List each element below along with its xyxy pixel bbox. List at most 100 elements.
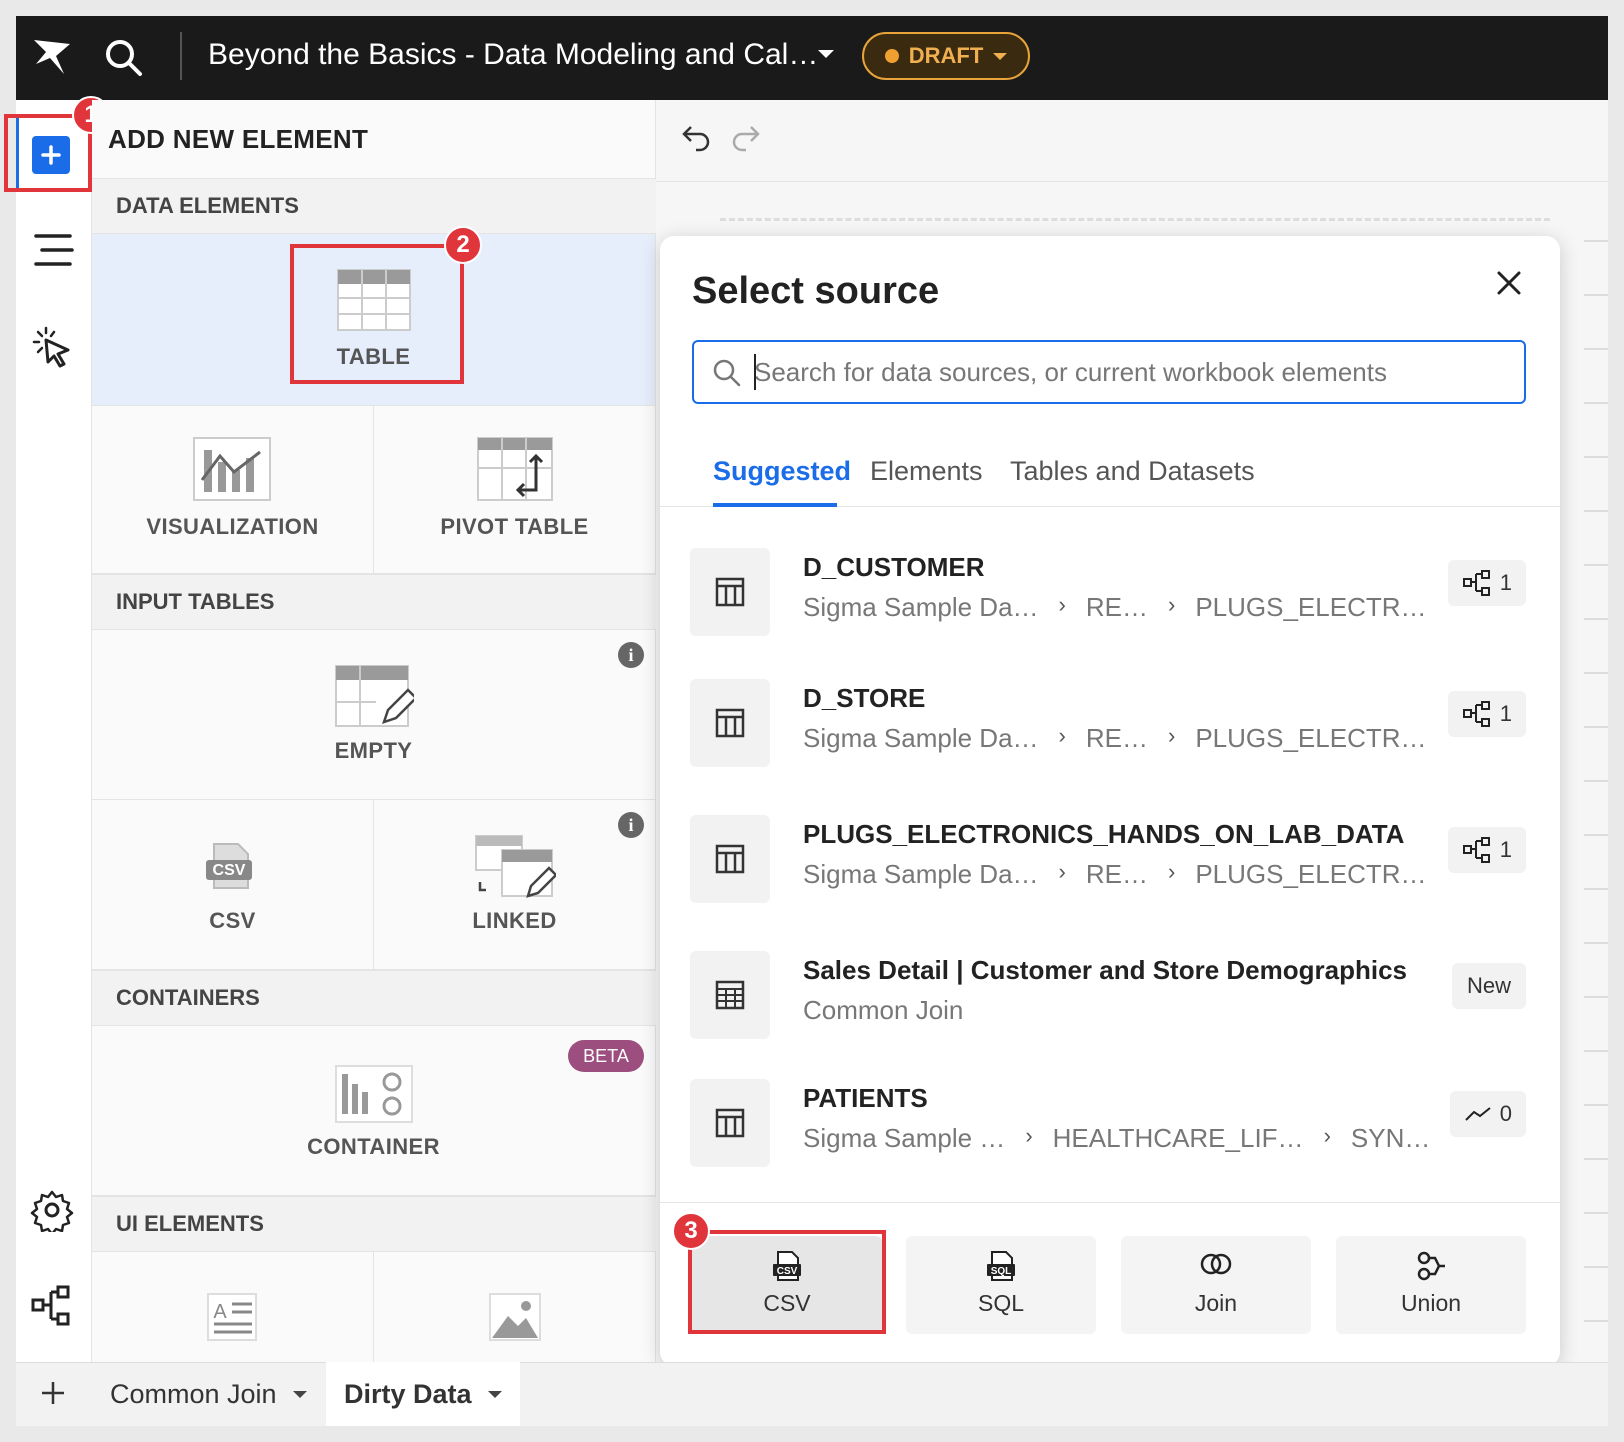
- chevron-right-icon: ›: [1058, 723, 1066, 748]
- source-row[interactable]: D_CUSTOMER Sigma Sample Da… › RE… › PLUGS_…: [660, 534, 1560, 670]
- tile-empty[interactable]: EMPTY i: [92, 630, 656, 800]
- outline-icon[interactable]: [32, 232, 76, 273]
- section-containers: CONTAINERS: [92, 970, 656, 1026]
- lineage-icon: [1462, 701, 1490, 727]
- chevron-down-icon[interactable]: [818, 50, 834, 58]
- path-segment: Common Join: [803, 995, 964, 1025]
- info-icon[interactable]: i: [618, 812, 644, 838]
- text-element-icon: A: [207, 1293, 257, 1341]
- new-badge: New: [1452, 963, 1526, 1009]
- path-segment: RE…: [1085, 859, 1148, 889]
- tile-visualization[interactable]: VISUALIZATION: [92, 406, 374, 574]
- path-segment: Sigma Sample Da…: [803, 723, 1039, 753]
- sql-source-button[interactable]: SQL SQL: [906, 1236, 1096, 1334]
- close-icon[interactable]: [1494, 268, 1524, 298]
- section-input-tables: INPUT TABLES: [92, 574, 656, 630]
- chevron-down-icon: [292, 1390, 307, 1398]
- image-element-icon: [489, 1293, 541, 1341]
- tile-csv-label: CSV: [209, 908, 256, 933]
- tab-tables-and-datasets[interactable]: Tables and Datasets: [1010, 456, 1255, 487]
- union-button-label: Union: [1400, 1290, 1462, 1316]
- info-icon[interactable]: i: [618, 642, 644, 668]
- tile-image[interactable]: [374, 1252, 656, 1370]
- source-name: PLUGS_ELECTRONICS_HANDS_ON_LAB_DATA: [803, 819, 1405, 849]
- chevron-right-icon: ›: [1323, 1123, 1331, 1148]
- source-row[interactable]: Sales Detail | Customer and Store Demogr…: [660, 937, 1560, 1073]
- source-path: Sigma Sample Da… › RE… › PLUGS_ELECTR…: [803, 592, 1427, 623]
- lineage-count: 1: [1499, 701, 1512, 726]
- search-icon[interactable]: [102, 36, 146, 80]
- usage-count-badge[interactable]: 0: [1449, 1091, 1526, 1137]
- text-cursor: [754, 354, 756, 390]
- sql-button-label: SQL: [977, 1290, 1025, 1316]
- path-segment: RE…: [1085, 592, 1148, 622]
- gear-icon[interactable]: [30, 1188, 74, 1237]
- empty-table-icon: [335, 665, 414, 727]
- section-ui-elements: UI ELEMENTS: [92, 1196, 656, 1252]
- page-tab-dirty-data[interactable]: Dirty Data: [326, 1362, 520, 1426]
- source-search-input[interactable]: Search for data sources, or current work…: [692, 340, 1526, 404]
- add-page-icon[interactable]: [40, 1380, 66, 1411]
- tile-pivot-table-label: PIVOT TABLE: [440, 514, 589, 539]
- draft-status-button[interactable]: DRAFT: [862, 32, 1030, 80]
- select-cursor-icon[interactable]: [30, 326, 74, 375]
- undo-icon[interactable]: [680, 122, 712, 159]
- divider: [180, 32, 182, 80]
- table-icon: [690, 679, 770, 767]
- lineage-count-badge[interactable]: 1: [1447, 560, 1526, 606]
- lineage-icon[interactable]: [30, 1284, 74, 1333]
- search-placeholder: Search for data sources, or current work…: [754, 357, 1387, 387]
- active-tab-underline: [713, 503, 837, 507]
- highlight-box-3: [688, 1230, 886, 1334]
- page-tab-common-join[interactable]: Common Join: [92, 1362, 325, 1426]
- chevron-right-icon: ›: [1058, 592, 1066, 617]
- source-name: Sales Detail | Customer and Store Demogr…: [803, 955, 1408, 985]
- chevron-right-icon: ›: [1168, 859, 1176, 884]
- source-path: Sigma Sample Da… › RE… › PLUGS_ELECTR…: [803, 723, 1427, 754]
- visualization-icon: [193, 437, 271, 501]
- svg-text:SQL: SQL: [991, 1266, 1012, 1277]
- chevron-down-icon: [487, 1390, 502, 1398]
- path-segment: PLUGS_ELECTR…: [1195, 723, 1427, 753]
- tab-elements[interactable]: Elements: [870, 456, 983, 487]
- path-segment: Sigma Sample …: [803, 1123, 1006, 1153]
- new-label: New: [1466, 973, 1511, 998]
- sigma-logo-icon[interactable]: [30, 34, 78, 78]
- tile-linked[interactable]: LINKED i: [374, 800, 656, 970]
- source-row[interactable]: PATIENTS Sigma Sample … › HEALTHCARE_LIF……: [660, 1065, 1560, 1201]
- table-icon: [690, 548, 770, 636]
- container-icon: [335, 1065, 413, 1123]
- source-path: Sigma Sample Da… › RE… › PLUGS_ELECTR…: [803, 859, 1427, 890]
- workbook-title[interactable]: Beyond the Basics - Data Modeling and Ca…: [208, 38, 818, 72]
- tile-empty-label: EMPTY: [334, 738, 413, 763]
- tile-text[interactable]: A: [92, 1252, 374, 1370]
- modal-title: Select source: [692, 270, 940, 312]
- status-dot-icon: [884, 49, 899, 63]
- trend-icon: [1465, 1107, 1491, 1121]
- page-tab-label: Common Join: [110, 1378, 277, 1409]
- tile-pivot-table[interactable]: PIVOT TABLE: [374, 406, 656, 574]
- redo-icon[interactable]: [730, 122, 762, 159]
- source-row[interactable]: D_STORE Sigma Sample Da… › RE… › PLUGS_ELE…: [660, 665, 1560, 801]
- tile-visualization-label: VISUALIZATION: [146, 514, 319, 539]
- lineage-count-badge[interactable]: 1: [1447, 691, 1526, 737]
- source-row[interactable]: PLUGS_ELECTRONICS_HANDS_ON_LAB_DATA Sigm…: [660, 801, 1560, 937]
- tile-csv[interactable]: CSV CSV: [92, 800, 374, 970]
- source-name: PATIENTS: [803, 1083, 928, 1113]
- union-source-button[interactable]: Union: [1336, 1236, 1526, 1334]
- join-icon: [1200, 1253, 1232, 1275]
- chevron-right-icon: ›: [1058, 859, 1066, 884]
- page-tab-label: Dirty Data: [344, 1378, 472, 1409]
- grid-table-icon: [690, 951, 770, 1039]
- path-segment: RE…: [1085, 723, 1148, 753]
- tab-suggested[interactable]: Suggested: [713, 456, 851, 487]
- draft-label: DRAFT: [908, 43, 984, 68]
- chevron-right-icon: ›: [1168, 592, 1176, 617]
- path-segment: PLUGS_ELECTR…: [1195, 592, 1427, 622]
- join-source-button[interactable]: Join: [1121, 1236, 1311, 1334]
- lineage-count-badge[interactable]: 1: [1447, 827, 1526, 873]
- lineage-icon: [1462, 570, 1490, 596]
- callout-badge-2: 2: [444, 226, 482, 264]
- path-segment: PLUGS_ELECTR…: [1195, 859, 1427, 889]
- callout-badge-3: 3: [672, 1212, 710, 1250]
